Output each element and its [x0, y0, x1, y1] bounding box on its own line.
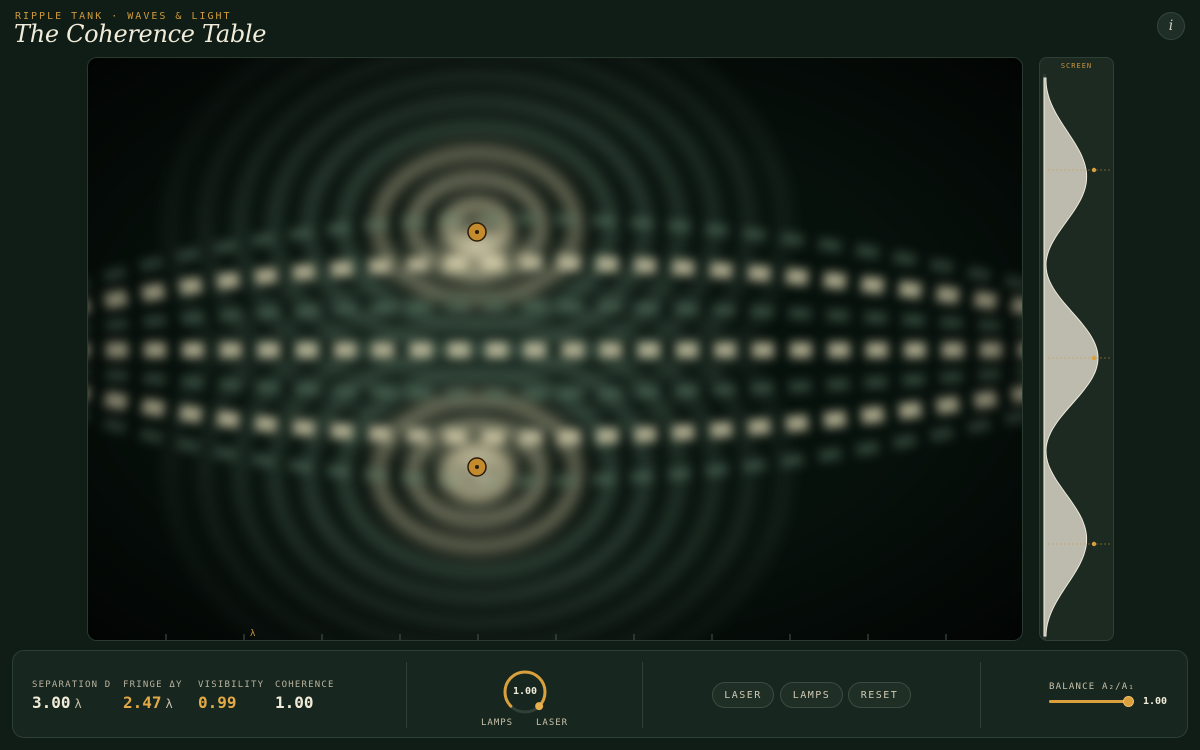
info-icon: i [1168, 18, 1174, 34]
readout-coherence: COHERENCE 1.00 [275, 680, 335, 712]
readout-value: 3.00 λ [32, 693, 82, 712]
lamps-button[interactable]: LAMPS [780, 682, 843, 708]
peak-marker [1091, 541, 1097, 547]
balance-value: 1.00 [1143, 696, 1168, 707]
balance-slider-fill [1049, 700, 1129, 703]
readout-visibility: VISIBILITY 0.99 [198, 680, 264, 712]
balance-label: BALANCE A₂/A₁ [1049, 682, 1136, 692]
peak-marker [1091, 167, 1097, 173]
laser-button[interactable]: LASER [712, 682, 774, 708]
dial-knob[interactable] [535, 702, 544, 711]
readout-label: COHERENCE [275, 680, 335, 690]
readout-value: 2.47 λ [123, 693, 173, 712]
screen-panel: SCREEN [1039, 57, 1114, 641]
source-top-marker[interactable] [467, 222, 487, 242]
balance-slider-thumb[interactable] [1123, 696, 1135, 707]
readout-label: SEPARATION D [32, 680, 112, 690]
readout-fringe: FRINGE ΔY 2.47 λ [123, 680, 183, 712]
readout-separation: SEPARATION D 3.00 λ [32, 680, 111, 712]
intensity-profile [1043, 74, 1110, 640]
dial-right-label: LASER [536, 718, 569, 728]
controls-panel: SEPARATION D 3.00 λ FRINGE ΔY 2.47 λ VISIB… [12, 650, 1188, 738]
readout-label: VISIBILITY [198, 680, 265, 690]
source-bottom-marker[interactable] [467, 457, 487, 477]
page-title: The Coherence Table [14, 20, 267, 48]
info-button[interactable]: i [1157, 12, 1185, 40]
divider [980, 662, 981, 728]
readout-value: 0.99 [198, 693, 237, 712]
readout-value: 1.00 [275, 693, 314, 712]
wavelength-label: λ [250, 629, 256, 639]
readout-label: FRINGE ΔY [123, 680, 183, 690]
divider [642, 662, 643, 728]
reset-button[interactable]: RESET [848, 682, 911, 708]
dial-value: 1.00 [512, 686, 538, 697]
interference-field: λ [88, 58, 1022, 640]
ripple-tank[interactable]: λ [87, 57, 1023, 641]
dial-left-label: LAMPS [481, 718, 514, 728]
divider [406, 662, 407, 728]
peak-marker [1091, 355, 1097, 361]
